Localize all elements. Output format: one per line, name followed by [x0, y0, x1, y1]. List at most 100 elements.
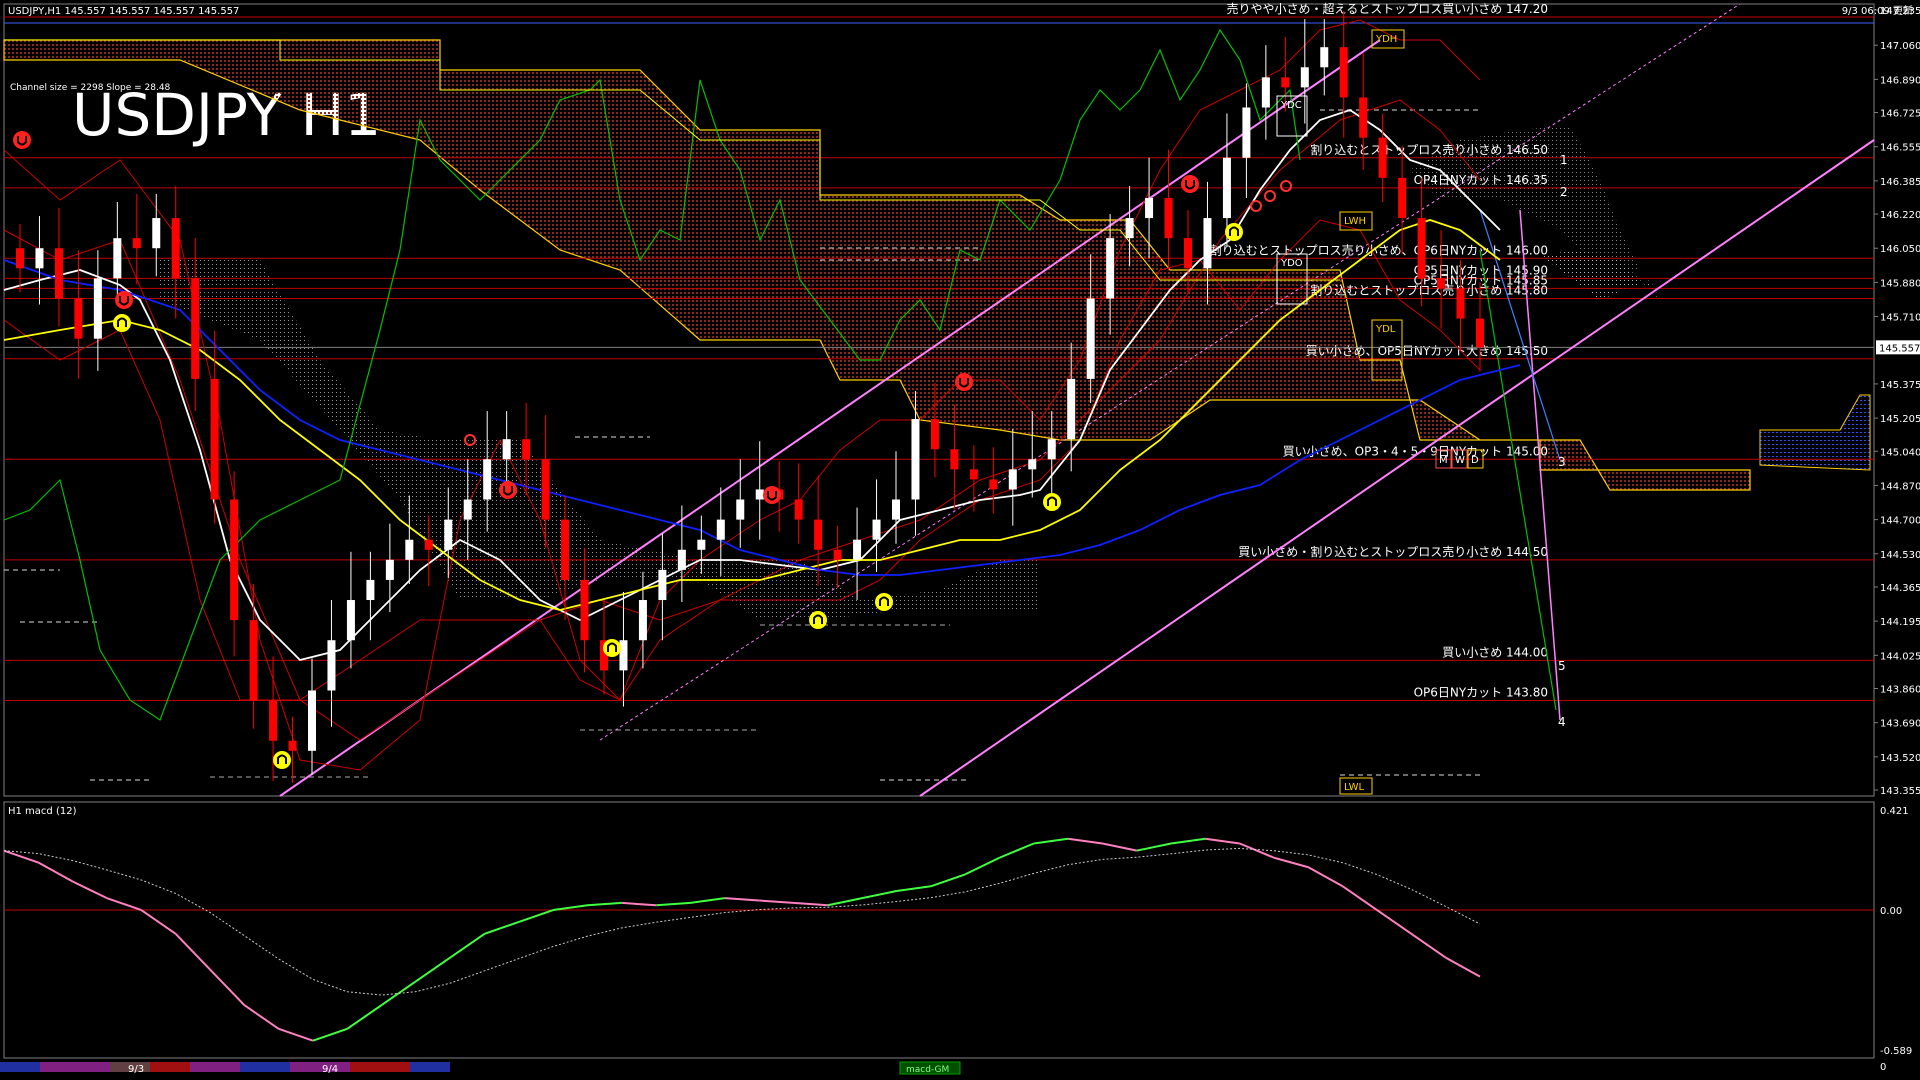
macd-label: H1 macd (12)	[8, 806, 77, 817]
candle-body	[1456, 288, 1465, 319]
level-box-label: LWL	[1344, 782, 1365, 793]
candle-body	[16, 248, 24, 269]
candle-body	[1398, 177, 1407, 219]
macd-tick-label: 0.00	[1880, 906, 1902, 917]
candle-body	[132, 238, 141, 249]
wave-number: 2	[1560, 185, 1568, 199]
price-tick-label: 145.040	[1880, 447, 1920, 458]
candle-body	[171, 218, 180, 279]
candle-body	[1203, 218, 1212, 269]
mwd-label: D	[1471, 455, 1479, 466]
price-tick-label: 143.355	[1880, 786, 1920, 797]
candle-body	[1417, 218, 1426, 279]
time-bar-segment	[410, 1062, 450, 1072]
candle-body	[385, 559, 394, 580]
time-bar-segment	[240, 1062, 290, 1072]
candle-body	[794, 499, 803, 520]
indicator-tab-label: macd-GM	[906, 1065, 949, 1075]
price-tick-label: 146.890	[1880, 75, 1920, 86]
candle-body	[308, 690, 316, 751]
price-tick-label: 143.690	[1880, 719, 1920, 730]
candle-body	[1261, 77, 1270, 108]
candle-body	[1242, 107, 1251, 158]
candle-body	[1164, 197, 1173, 239]
level-box-label: YDH	[1375, 34, 1397, 45]
time-bar-segment	[190, 1062, 240, 1072]
candle-body	[483, 459, 492, 500]
level-box-label: LWH	[1344, 216, 1366, 227]
candle-body	[54, 248, 63, 299]
candle-body	[1008, 469, 1017, 490]
candle-body	[366, 579, 375, 601]
candle-body	[327, 640, 336, 691]
sell-signal-marker	[115, 291, 133, 309]
candle-body	[658, 569, 667, 601]
candle-body	[561, 519, 570, 580]
price-tick-label: 146.725	[1880, 109, 1920, 120]
price-tick-label: 144.870	[1880, 481, 1920, 492]
candle-body	[1300, 67, 1309, 88]
price-tick-label: 144.530	[1880, 550, 1920, 561]
buy-signal-marker	[875, 593, 893, 611]
candle-body	[424, 539, 433, 550]
price-tick-label: 146.555	[1880, 143, 1920, 154]
candle-body	[191, 278, 200, 379]
price-tick-label: 145.375	[1880, 380, 1920, 391]
buy-signal-marker	[113, 314, 131, 332]
price-tick-label: 147.060	[1880, 41, 1920, 52]
candle-body	[814, 519, 823, 550]
sell-signal-marker	[955, 373, 973, 391]
candle-body	[113, 238, 122, 279]
candle-body	[677, 549, 686, 570]
price-tick-label: 146.385	[1880, 177, 1920, 188]
price-tick-label: 144.025	[1880, 651, 1920, 662]
candle-body	[1281, 77, 1290, 88]
price-tick-label: 145.710	[1880, 313, 1920, 324]
wave-number: 5	[1558, 659, 1566, 673]
candle-body	[950, 449, 959, 470]
candle-body	[502, 439, 511, 460]
candle-body	[74, 298, 83, 339]
level-label: 買い小さめ、OP5日NYカット大きめ 145.50	[1306, 344, 1548, 358]
level-label: 買い小さめ 144.00	[1442, 645, 1548, 659]
time-bar-segment	[40, 1062, 110, 1072]
time-label: 9/3	[128, 1064, 144, 1075]
candle-body	[522, 439, 531, 460]
macd-tick-label: -0.589	[1880, 1046, 1912, 1057]
candle-body	[833, 549, 842, 560]
candle-body	[463, 499, 472, 520]
time-bar-segment	[350, 1062, 410, 1072]
buy-signal-marker	[273, 751, 291, 769]
candle-body	[1320, 47, 1329, 68]
candle-body	[638, 600, 647, 641]
level-box-label: YDO	[1280, 258, 1303, 269]
candle-body	[736, 499, 745, 520]
price-tick-label: 145.880	[1880, 278, 1920, 289]
price-tick-label: 144.195	[1880, 617, 1920, 628]
candle-body	[1086, 298, 1095, 379]
buy-signal-marker	[603, 639, 621, 657]
price-tick-label: 143.860	[1880, 684, 1920, 695]
time-bar-segment	[150, 1062, 190, 1072]
usdjpy-h1-chart[interactable]: USDJPY,H1 145.557 145.557 145.557 145.55…	[0, 0, 1920, 1080]
level-label: 割り込むとストップロス売り小さめ 145.80	[1310, 282, 1548, 297]
candle-body	[1339, 47, 1348, 98]
wave-number: 1	[1560, 153, 1568, 167]
wave-number: 3	[1558, 455, 1566, 469]
candle-body	[930, 419, 939, 450]
mwd-label: W	[1455, 455, 1465, 466]
candle-body	[1106, 238, 1115, 299]
candle-body	[1476, 318, 1484, 348]
level-label: OP6日NYカット 143.80	[1414, 686, 1548, 700]
buy-signal-marker	[809, 611, 827, 629]
price-tick-label: 146.050	[1880, 244, 1920, 255]
candle-body	[405, 539, 414, 560]
candle-body	[989, 479, 998, 490]
candle-body	[1437, 278, 1446, 289]
level-label: OP4日NYカット 146.35	[1414, 173, 1548, 187]
level-box-label: YDL	[1375, 324, 1396, 335]
candle-body	[1067, 378, 1076, 440]
chart-stage[interactable]: USDJPY,H1 145.557 145.557 145.557 145.55…	[0, 0, 1920, 1080]
price-tick-label: 144.365	[1880, 583, 1920, 594]
candle-body	[269, 700, 278, 741]
